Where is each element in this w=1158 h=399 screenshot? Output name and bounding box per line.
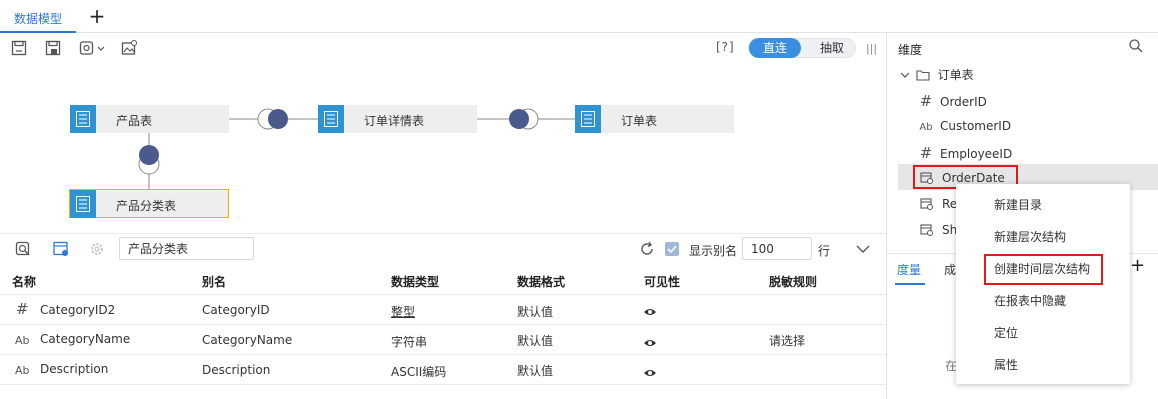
field-format[interactable]: 默认值 xyxy=(517,303,553,320)
field-data-type[interactable]: 字符串 xyxy=(391,333,427,350)
date-type-icon xyxy=(920,171,936,187)
node-label: 订单表 xyxy=(621,114,658,128)
string-type-icon: Ab xyxy=(15,334,30,347)
string-type-icon: Ab xyxy=(919,122,933,133)
chevron-down-icon[interactable] xyxy=(900,68,912,82)
join-circle-detail-order[interactable] xyxy=(508,107,542,131)
tab-measures[interactable]: 度量 xyxy=(897,261,921,278)
header-alias: 别名 xyxy=(202,275,227,289)
header-name: 名称 xyxy=(12,275,37,289)
refresh-icon[interactable] xyxy=(638,240,656,258)
header-masking-rule: 脱敏规则 xyxy=(769,275,818,289)
mode-direct-button[interactable]: 直连 xyxy=(749,38,801,58)
join-circle-product-category[interactable] xyxy=(137,143,161,177)
field-name: CategoryName xyxy=(40,332,131,346)
eye-icon[interactable] xyxy=(643,306,657,320)
search-icon[interactable] xyxy=(1128,38,1144,54)
image-settings-icon[interactable] xyxy=(120,39,138,57)
table-filter-input[interactable] xyxy=(119,237,254,260)
add-icon[interactable]: + xyxy=(1130,255,1145,276)
folder-icon xyxy=(916,69,934,84)
node-label: 订单详情表 xyxy=(364,114,425,128)
tab-bar: 数据模型 + xyxy=(0,0,1158,33)
field-name: CategoryID2 xyxy=(40,303,116,317)
mode-extract-button[interactable]: 抽取 xyxy=(809,38,855,58)
node-product-table[interactable]: 产品表 xyxy=(70,105,229,133)
tab-data-model[interactable]: 数据模型 xyxy=(0,0,76,33)
divider xyxy=(0,233,886,234)
string-type-icon: Ab xyxy=(15,364,30,377)
field-name: Description xyxy=(40,362,109,376)
save-as-icon[interactable] xyxy=(44,39,62,57)
join-circle-product-detail[interactable] xyxy=(256,107,290,131)
header-visibility: 可见性 xyxy=(644,275,681,289)
add-tab-button[interactable]: + xyxy=(86,5,108,27)
tree-node-label: 订单表 xyxy=(937,68,974,82)
table-icon xyxy=(70,105,96,133)
connection-mode-toggle[interactable]: 直连 抽取 xyxy=(748,38,856,58)
node-label: 产品表 xyxy=(116,114,153,128)
field-alias[interactable]: CategoryName xyxy=(202,333,292,347)
tree-field-orderid[interactable]: # OrderID xyxy=(918,92,987,110)
help-icon[interactable]: [?] xyxy=(716,40,735,54)
node-order-table[interactable]: 订单表 xyxy=(575,105,734,133)
menu-item-new-hierarchy[interactable]: 新建层次结构 xyxy=(956,221,1130,253)
row-count-input[interactable] xyxy=(742,237,812,260)
integer-type-icon: # xyxy=(16,300,29,318)
integer-type-icon: # xyxy=(919,92,933,110)
save-icon[interactable] xyxy=(10,39,28,57)
masking-select[interactable]: 请选择 xyxy=(769,332,805,349)
field-data-type[interactable]: ASCII编码 xyxy=(391,363,446,380)
table-row[interactable]: # CategoryID2 CategoryID 整型 默认值 xyxy=(0,295,886,325)
chevron-down-icon[interactable] xyxy=(854,241,872,257)
tree-field-customerid[interactable]: Ab CustomerID xyxy=(918,119,1011,133)
tree-field-employeeid[interactable]: # EmployeeID xyxy=(918,144,1013,162)
field-format[interactable]: 默认值 xyxy=(517,332,553,349)
field-alias[interactable]: CategoryID xyxy=(202,303,270,317)
table-icon xyxy=(70,190,96,218)
tab-members[interactable]: 成 xyxy=(944,261,956,278)
tree-field-shipped-date[interactable]: Sh xyxy=(920,223,957,239)
field-format[interactable]: 默认值 xyxy=(517,362,553,379)
settings-dropdown-icon[interactable] xyxy=(78,39,108,57)
node-label: 产品分类表 xyxy=(116,199,177,213)
gear-icon[interactable] xyxy=(88,240,106,258)
show-alias-label: 显示别名 xyxy=(689,244,738,258)
field-data-type[interactable]: 整型 xyxy=(391,303,415,320)
tree-field-required-date[interactable]: Re xyxy=(920,197,957,213)
show-alias-checkbox[interactable] xyxy=(665,242,679,256)
table-row[interactable]: Ab Description Description ASCII编码 默认值 xyxy=(0,355,886,385)
node-order-detail-table[interactable]: 订单详情表 xyxy=(318,105,477,133)
header-data-type: 数据类型 xyxy=(391,275,440,289)
highlight-box-time-hierarchy xyxy=(984,254,1103,285)
eye-icon[interactable] xyxy=(643,337,657,351)
panel-title: 维度 xyxy=(898,43,923,57)
table-header: 名称 别名 数据类型 数据格式 可见性 脱敏规则 xyxy=(0,266,886,295)
rows-unit-label: 行 xyxy=(818,244,831,258)
field-settings-icon[interactable] xyxy=(52,240,70,258)
table-row[interactable]: Ab CategoryName CategoryName 字符串 默认值 请选择 xyxy=(0,325,886,355)
table-icon xyxy=(575,105,601,133)
node-product-category-table[interactable]: 产品分类表 xyxy=(69,189,229,218)
panel-collapse-icon[interactable]: ||| xyxy=(866,42,877,55)
menu-item-properties[interactable]: 属性 xyxy=(956,349,1130,381)
integer-type-icon: # xyxy=(919,144,933,162)
date-type-icon xyxy=(920,223,936,239)
date-type-icon xyxy=(920,197,936,213)
eye-icon[interactable] xyxy=(643,367,657,381)
menu-item-hide-in-report[interactable]: 在报表中隐藏 xyxy=(956,285,1130,317)
tree-node-order-table[interactable]: 订单表 xyxy=(900,66,974,84)
menu-item-locate[interactable]: 定位 xyxy=(956,317,1130,349)
field-alias[interactable]: Description xyxy=(202,363,270,377)
tab-active-indicator xyxy=(895,283,925,285)
header-data-format: 数据格式 xyxy=(517,275,566,289)
table-icon xyxy=(318,105,344,133)
preview-icon[interactable] xyxy=(14,240,32,258)
menu-item-new-folder[interactable]: 新建目录 xyxy=(956,189,1130,221)
